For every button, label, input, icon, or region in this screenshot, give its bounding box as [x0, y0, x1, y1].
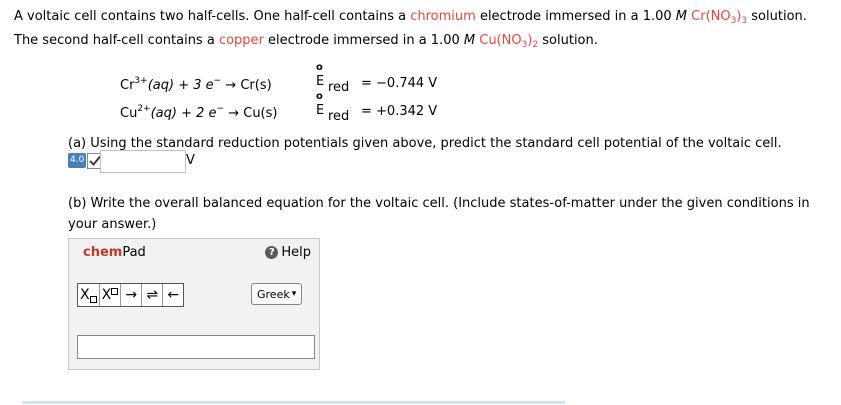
molarity-unit: M	[675, 9, 688, 24]
chevron-down-icon: ▾	[291, 289, 297, 299]
backspace-button[interactable]: ←	[163, 284, 183, 306]
text: solution.	[538, 33, 598, 48]
equilibrium-arrow-button[interactable]: ⇌	[142, 284, 164, 306]
equation-input[interactable]	[77, 335, 315, 359]
points-value: 4.0	[68, 153, 87, 168]
chempad-toolbar: X X → ⇌ ←	[77, 283, 185, 307]
cr-no3-formula: Cr(NO3)3	[687, 9, 748, 26]
text: electrode immersed in a 1.00	[475, 9, 676, 24]
cell-potential-input[interactable]	[100, 150, 186, 173]
e-red-symbol: o E red	[316, 62, 350, 95]
greek-dropdown[interactable]: Greek ▾	[251, 283, 303, 305]
reaction-arrow-button[interactable]: →	[121, 284, 143, 306]
unit-label: V	[186, 153, 195, 168]
question-b-line-1: (b) Write the overall balanced equation …	[68, 196, 810, 211]
question-b-line-2: your answer.)	[68, 217, 157, 232]
text: electrode immersed in a 1.00	[263, 33, 464, 48]
e-red-symbol: o E red	[316, 91, 350, 124]
help-label: Help	[281, 245, 311, 260]
divider	[22, 401, 565, 404]
copper-highlight: copper	[218, 33, 264, 48]
potential-copper: = +0.342 V	[361, 104, 438, 119]
text: A voltaic cell contains two half-cells. …	[14, 9, 411, 24]
chempad-panel: chemPad ? Help X X → ⇌ ← Greek ▾	[68, 238, 320, 370]
help-icon: ?	[265, 246, 279, 259]
chempad-title: chemPad	[83, 245, 146, 260]
greek-label: Greek	[257, 287, 290, 301]
potential-chromium: = −0.744 V	[361, 76, 438, 91]
subscript-button[interactable]: X	[78, 284, 100, 306]
help-button[interactable]: ? Help	[265, 245, 311, 260]
half-reaction-copper: Cu2+(aq) + 2 e− → Cu(s)	[120, 104, 278, 121]
intro-line-1: A voltaic cell contains two half-cells. …	[14, 9, 807, 26]
text: The second half-cell contains a	[14, 33, 219, 48]
molarity-unit: M	[463, 33, 476, 48]
cu-no3-formula: Cu(NO3)2	[475, 33, 539, 50]
half-reaction-chromium: Cr3+(aq) + 3 e− → Cr(s)	[120, 76, 272, 93]
points-badge: 4.0	[68, 152, 104, 169]
intro-line-2: The second half-cell contains a copper e…	[14, 33, 598, 50]
superscript-button[interactable]: X	[100, 284, 122, 306]
question-a: (a) Using the standard reduction potenti…	[68, 136, 782, 151]
chromium-highlight: chromium	[410, 9, 476, 24]
text: solution.	[747, 9, 807, 24]
